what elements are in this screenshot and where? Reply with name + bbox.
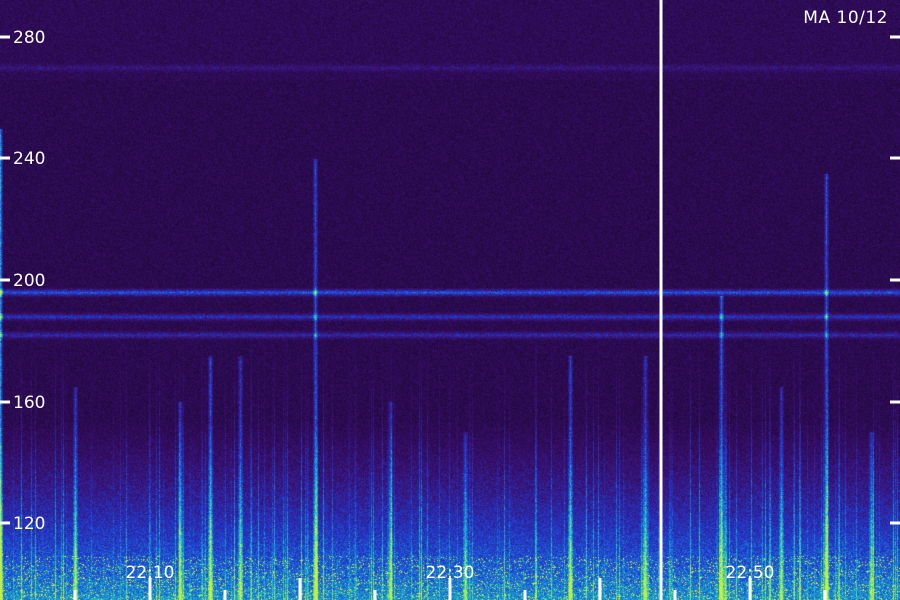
station-label: MA 10/12 xyxy=(803,8,888,28)
x-axis-labels: 22:10 22:30 22:50 xyxy=(126,563,775,583)
y-axis-right xyxy=(890,35,900,525)
y-tick-label-200: 200 xyxy=(13,271,45,291)
x-tick-label-2230: 22:30 xyxy=(426,563,475,583)
y-axis-left: 280 240 200 160 120 xyxy=(0,28,45,534)
x-tick-label-2210: 22:10 xyxy=(126,563,175,583)
y-tick-label-120: 120 xyxy=(13,514,45,534)
axes-overlay: 280 240 200 160 120 22:10 22:30 22:50 MA… xyxy=(0,0,900,600)
y-tick-label-240: 240 xyxy=(13,149,45,169)
y-tick-label-280: 280 xyxy=(13,28,45,48)
spectrogram-view: 280 240 200 160 120 22:10 22:30 22:50 MA… xyxy=(0,0,900,600)
y-tick-label-160: 160 xyxy=(13,393,45,413)
x-tick-label-2250: 22:50 xyxy=(726,563,775,583)
